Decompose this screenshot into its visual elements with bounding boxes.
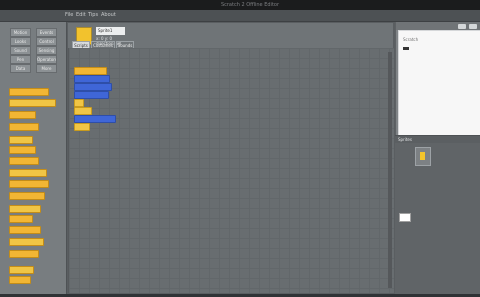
menu-about[interactable]: About xyxy=(101,11,116,20)
sprites-header: Sprites xyxy=(395,136,480,143)
scratch-editor-window: Scratch 2 Offline Editor File Edit Tips … xyxy=(0,0,480,297)
stage-button-2[interactable] xyxy=(469,24,477,29)
category-sound[interactable]: Sound xyxy=(10,46,31,55)
script-hat-block[interactable] xyxy=(74,67,107,75)
palette-block[interactable] xyxy=(9,88,49,96)
palette-block[interactable] xyxy=(9,146,36,154)
script-block[interactable] xyxy=(74,75,110,83)
script-block[interactable] xyxy=(74,115,116,123)
sprite-card[interactable] xyxy=(415,147,431,166)
sprites-pane: Sprites xyxy=(395,135,480,295)
stage-label: Scratch xyxy=(403,37,419,42)
palette-block[interactable] xyxy=(9,215,33,223)
category-motion[interactable]: Motion xyxy=(10,28,31,37)
palette-block[interactable] xyxy=(9,180,49,188)
category-looks[interactable]: Looks xyxy=(10,37,31,46)
category-pen[interactable]: Pen xyxy=(10,55,31,64)
category-control[interactable]: Control xyxy=(36,37,57,46)
palette-block[interactable] xyxy=(9,136,33,144)
menu-tips[interactable]: Tips xyxy=(88,11,98,20)
stage-toolbar xyxy=(396,22,480,30)
palette-block[interactable] xyxy=(9,226,41,234)
palette-block[interactable] xyxy=(9,123,39,131)
sprite-card-icon xyxy=(420,152,425,160)
stage-button-1[interactable] xyxy=(458,24,466,29)
palette-block[interactable] xyxy=(9,99,56,107)
category-sensing[interactable]: Sensing xyxy=(36,46,57,55)
script-block[interactable] xyxy=(74,123,90,131)
category-operators[interactable]: Operators xyxy=(36,55,57,64)
category-more-blocks[interactable]: More Blocks xyxy=(36,64,57,73)
block-palette-panel: Motion Events Looks Control Sound Sensin… xyxy=(0,22,67,294)
stage-thumbnail[interactable] xyxy=(399,213,411,222)
script-block[interactable] xyxy=(74,99,84,107)
script-block[interactable] xyxy=(74,91,109,99)
window-title: Scratch 2 Offline Editor xyxy=(220,2,280,8)
title-bar: Scratch 2 Offline Editor xyxy=(0,0,480,10)
palette-block[interactable] xyxy=(9,276,31,284)
category-events[interactable]: Events xyxy=(36,28,57,37)
palette-block[interactable] xyxy=(9,266,34,274)
script-block[interactable] xyxy=(74,107,92,115)
stage-sprite xyxy=(403,47,409,50)
palette-block[interactable] xyxy=(9,205,41,213)
sprite-name-field[interactable]: Sprite1 xyxy=(96,27,125,35)
scripts-area[interactable] xyxy=(68,48,394,293)
palette-block[interactable] xyxy=(9,192,45,200)
sprites-title: Sprites xyxy=(398,137,412,142)
palette-block[interactable] xyxy=(9,111,36,119)
palette-block[interactable] xyxy=(9,238,44,246)
palette-block[interactable] xyxy=(9,250,39,258)
menu-edit[interactable]: Edit xyxy=(76,11,86,20)
category-data[interactable]: Data xyxy=(10,64,31,73)
palette-block[interactable] xyxy=(9,169,47,177)
palette-block[interactable] xyxy=(9,157,39,165)
script-block[interactable] xyxy=(74,83,112,91)
scripts-scrollbar[interactable] xyxy=(388,52,392,288)
menu-file[interactable]: File xyxy=(65,11,73,20)
menu-bar: File Edit Tips About xyxy=(0,10,480,22)
scripts-grid xyxy=(69,48,394,293)
